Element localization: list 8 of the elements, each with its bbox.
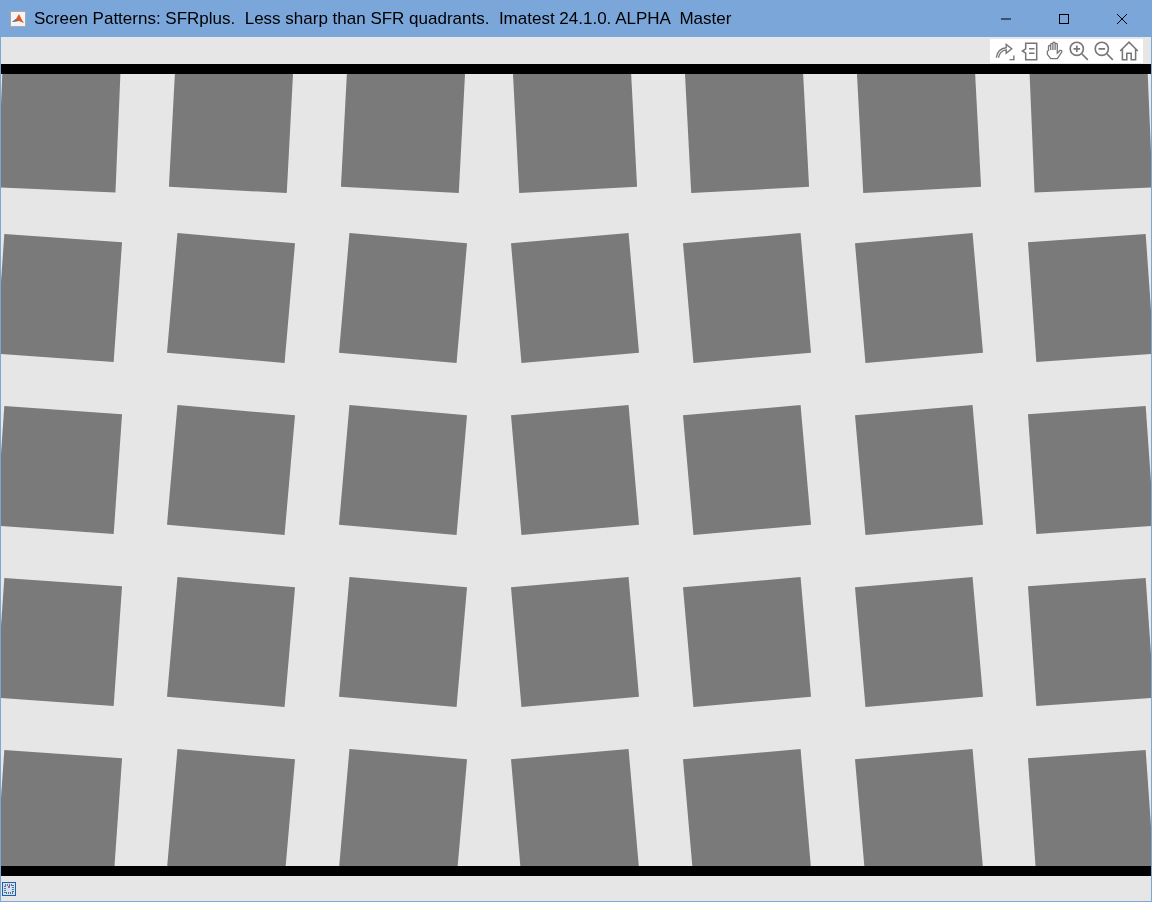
zoom-in-icon[interactable]: [1068, 39, 1090, 62]
maximize-icon: [1058, 12, 1070, 25]
dotted-square-icon[interactable]: [2, 881, 16, 896]
window-title: Screen Patterns: SFRplus. Less sharp than SFR quadrants. Imatest 24.1.0. ALPHA Master: [34, 8, 732, 29]
zoom-out-icon[interactable]: [1093, 39, 1115, 62]
home-icon[interactable]: [1118, 39, 1140, 62]
peak-logo-icon: [10, 10, 26, 27]
close-icon: [1116, 12, 1128, 25]
